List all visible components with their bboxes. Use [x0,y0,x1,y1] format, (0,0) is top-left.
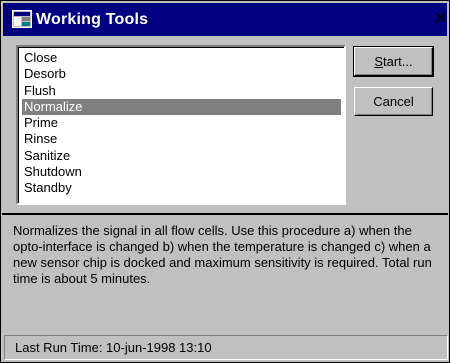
status-bar: Last Run Time: 10-jun-1998 13:10 [4,335,448,360]
tool-description: Normalizes the signal in all flow cells.… [13,223,432,286]
close-icon[interactable]: ✕ [433,9,448,29]
list-item-normalize[interactable]: Normalize [22,98,341,116]
list-item-standby[interactable]: Standby [22,180,341,196]
list-item-shutdown[interactable]: Shutdown [22,164,341,180]
tools-list: Close Desorb Flush Normalize Prime Rinse Sanit… [22,50,341,197]
cancel-button[interactable]: Cancel [354,87,433,116]
app-window-icon [12,10,32,28]
separator-line [2,213,448,215]
list-item-close[interactable]: Close [22,50,341,66]
start-button[interactable]: Start... [353,46,434,77]
list-item-rinse[interactable]: Rinse [22,131,341,147]
list-item-prime[interactable]: Prime [22,115,341,131]
start-mnemonic: S [374,54,384,69]
list-item-desorb[interactable]: Desorb [22,66,341,82]
working-tools-dialog: Working Tools ✕ Close Desorb Flush Normaliz… [0,0,450,363]
title-bar[interactable]: Working Tools ✕ [3,3,448,36]
tools-listbox[interactable]: Close Desorb Flush Normalize Prime Rinse Sanit… [16,45,346,205]
start-label: tart... [383,54,413,69]
list-item-sanitize[interactable]: Sanitize [22,148,341,164]
list-item-flush[interactable]: Flush [22,83,341,99]
window-title: Working Tools [36,11,149,28]
